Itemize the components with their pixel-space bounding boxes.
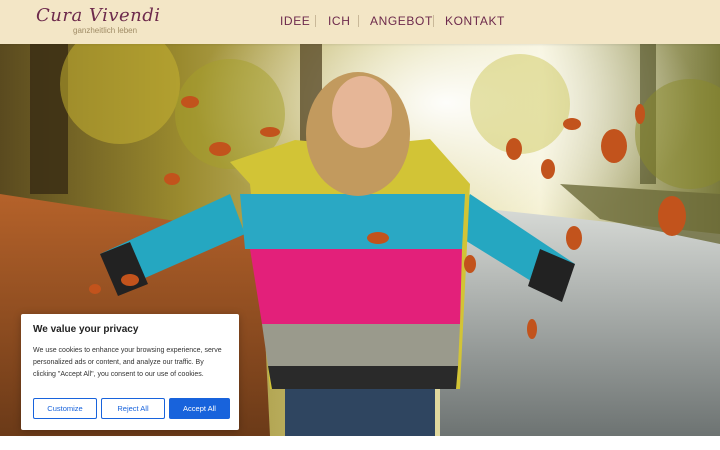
accept-all-button[interactable]: Accept All: [169, 398, 230, 419]
customize-button[interactable]: Customize: [33, 398, 97, 419]
nav-divider: [433, 15, 434, 27]
logo[interactable]: Cura Vivendi ganzheitlich leben: [36, 6, 161, 36]
nav-item-angebot[interactable]: ANGEBOT: [370, 14, 433, 28]
cookie-buttons: Customize Reject All Accept All: [33, 398, 230, 419]
cookie-consent-banner: We value your privacy We use cookies to …: [21, 314, 239, 430]
cookie-text: We use cookies to enhance your browsing …: [33, 347, 222, 378]
reject-all-button[interactable]: Reject All: [101, 398, 165, 419]
logo-tagline: ganzheitlich leben: [73, 26, 138, 35]
nav-item-idee[interactable]: IDEE: [280, 14, 310, 28]
nav-item-kontakt[interactable]: KONTAKT: [445, 14, 505, 28]
main-nav: IDEE ICH ANGEBOT KONTAKT: [280, 0, 720, 44]
site-header: Cura Vivendi ganzheitlich leben IDEE ICH…: [0, 0, 720, 44]
logo-title: Cura Vivendi: [36, 5, 161, 26]
nav-divider: [358, 15, 359, 27]
nav-item-ich[interactable]: ICH: [328, 14, 350, 28]
nav-divider: [315, 15, 316, 27]
cookie-title: We value your privacy: [33, 324, 139, 335]
